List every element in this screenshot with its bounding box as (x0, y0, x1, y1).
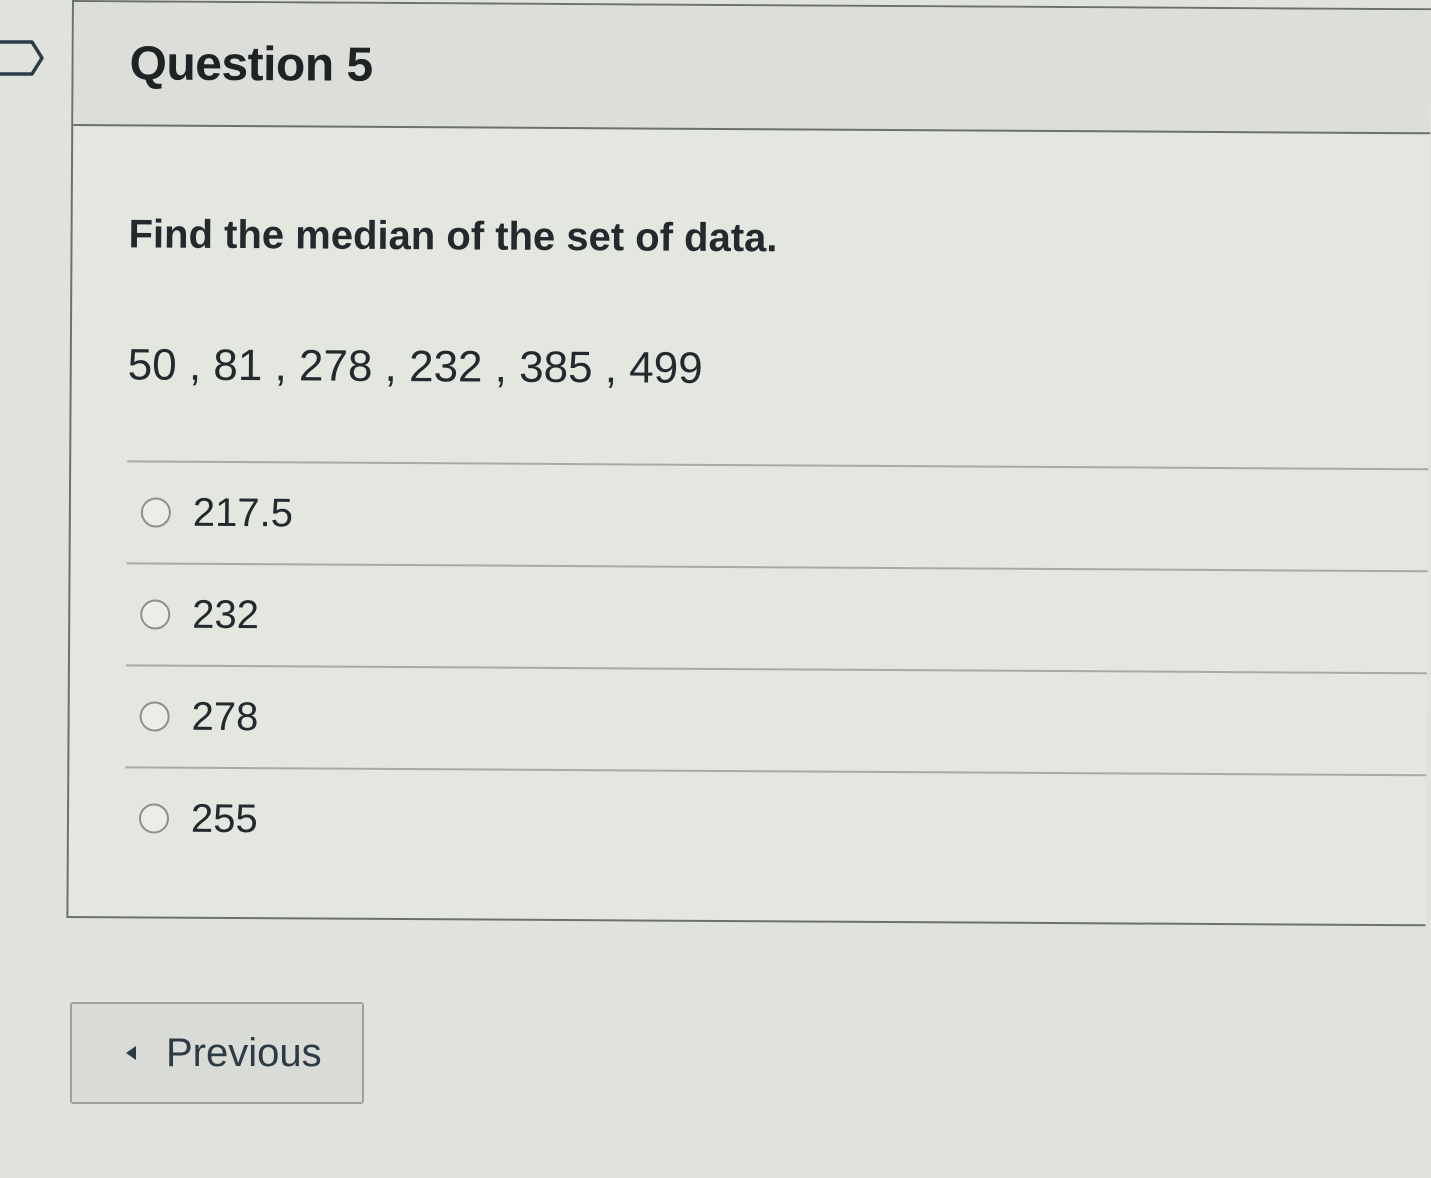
question-header: Question 5 (73, 2, 1431, 135)
question-title: Question 5 (129, 37, 373, 92)
answer-option[interactable]: 232 (125, 562, 1428, 673)
radio-button[interactable] (140, 497, 171, 528)
radio-button[interactable] (140, 599, 171, 630)
answer-option[interactable]: 255 (124, 766, 1427, 877)
answer-label[interactable]: 255 (191, 796, 258, 841)
question-prompt: Find the median of the set of data. (128, 212, 778, 261)
data-set: 50 , 81 , 278 , 232 , 385 , 499 (127, 340, 703, 393)
question-card: Question 5 Find the median of the set of… (66, 0, 1431, 927)
answer-list: 217.5 232 278 255 (124, 460, 1429, 877)
previous-button[interactable]: Previous (70, 1002, 364, 1104)
previous-label: Previous (166, 1030, 322, 1075)
caret-left-icon (126, 1046, 136, 1060)
answer-option[interactable]: 278 (125, 664, 1427, 775)
answer-label[interactable]: 278 (191, 694, 258, 739)
radio-button[interactable] (138, 803, 170, 834)
answer-label[interactable]: 217.5 (193, 490, 293, 536)
question-body: Find the median of the set of data. 50 ,… (68, 126, 1430, 924)
answer-label[interactable]: 232 (192, 592, 259, 637)
radio-button[interactable] (139, 701, 170, 732)
flag-icon[interactable] (0, 36, 48, 80)
answer-option[interactable]: 217.5 (126, 460, 1429, 571)
